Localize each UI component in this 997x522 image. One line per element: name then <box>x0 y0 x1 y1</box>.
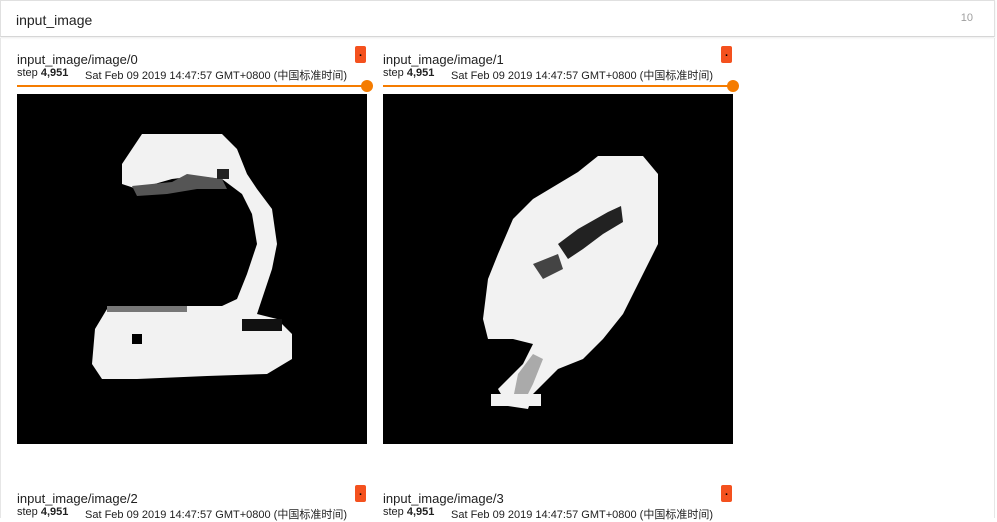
card-flag-icon[interactable]: . <box>721 46 732 63</box>
timestamp: Sat Feb 09 2019 14:47:57 GMT+0800 (中国标准时… <box>85 509 347 521</box>
step-info: step 4,951 Sat Feb 09 2019 14:47:57 GMT+… <box>17 67 373 82</box>
step-slider-knob[interactable] <box>727 80 739 92</box>
step-value: 4,951 <box>40 506 69 518</box>
group-count: 10 <box>960 12 973 24</box>
card-title: input_image/image/2 <box>17 491 138 506</box>
card-flag-icon[interactable]: . <box>355 46 366 63</box>
timestamp: Sat Feb 09 2019 14:47:57 GMT+0800 (中国标准时… <box>451 70 713 82</box>
step-label: step <box>17 67 38 79</box>
step-slider-knob[interactable] <box>361 80 373 92</box>
digit-9-image <box>483 156 658 409</box>
step-label: step <box>383 506 404 518</box>
card-title: input_image/image/0 <box>17 52 138 67</box>
card-title: input_image/image/3 <box>383 491 504 506</box>
image-display <box>17 94 367 444</box>
step-info: step 4,951 Sat Feb 09 2019 14:47:57 GMT+… <box>17 506 373 521</box>
step-value: 4,951 <box>40 67 69 79</box>
timestamp: Sat Feb 09 2019 14:47:57 GMT+0800 (中国标准时… <box>451 509 713 521</box>
digit-2-image <box>92 134 292 379</box>
step-info: step 4,951 Sat Feb 09 2019 14:47:57 GMT+… <box>383 67 739 82</box>
step-info: step 4,951 Sat Feb 09 2019 14:47:57 GMT+… <box>383 506 739 521</box>
timestamp: Sat Feb 09 2019 14:47:57 GMT+0800 (中国标准时… <box>85 70 347 82</box>
image-cards-container: input_image/image/0 . step 4,951 Sat Feb… <box>0 38 995 521</box>
step-slider-track[interactable] <box>17 85 367 87</box>
run-group-header[interactable]: input_image 10 <box>0 0 995 37</box>
step-label: step <box>17 506 38 518</box>
step-label: step <box>383 67 404 79</box>
card-title: input_image/image/1 <box>383 52 504 67</box>
group-title: input_image <box>16 12 93 28</box>
card-flag-icon[interactable]: . <box>721 485 732 502</box>
step-slider-track[interactable] <box>383 85 733 87</box>
step-value: 4,951 <box>406 506 435 518</box>
image-display <box>383 94 733 444</box>
card-flag-icon[interactable]: . <box>355 485 366 502</box>
step-value: 4,951 <box>406 67 435 79</box>
